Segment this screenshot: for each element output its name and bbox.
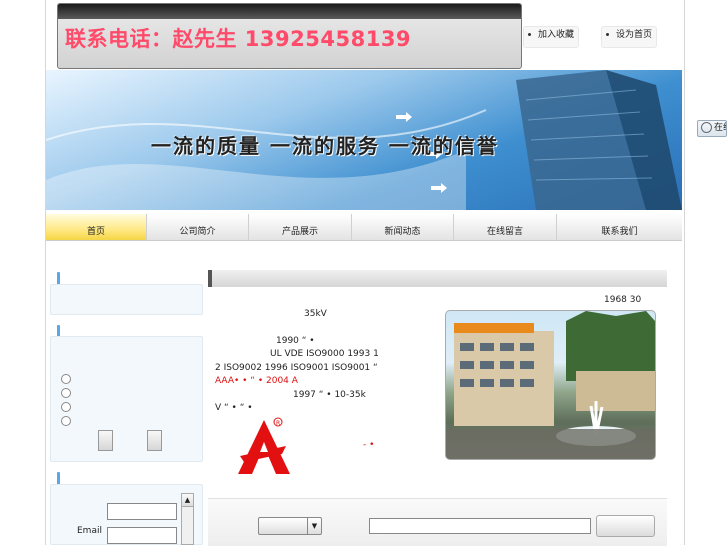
nav-item-news[interactable]: 新闻动态 — [352, 214, 454, 240]
set-homepage-link[interactable]: 设为首页 — [601, 26, 658, 48]
nav-item-about[interactable]: 公司简介 — [147, 214, 249, 240]
factory-photo-graphic — [446, 311, 655, 459]
nav-item-guestbook[interactable]: 在线留言 — [454, 214, 557, 240]
poll-option-radio-2[interactable] — [61, 388, 71, 398]
hero-banner: 一流的质量 一流的服务 一流的信誉 — [46, 70, 682, 210]
floating-guestbook-label: 在线留言 — [714, 123, 726, 133]
nav-item-home[interactable]: 首页 — [46, 214, 147, 240]
content-text-line: 1997 “ • 10-35k — [293, 390, 366, 400]
sidebar-poll-panel — [50, 336, 203, 462]
chevron-down-icon: ▼ — [307, 518, 321, 534]
scrollbar[interactable]: ▲ — [181, 493, 194, 545]
poll-option-radio-3[interactable] — [61, 402, 71, 412]
nav-item-products[interactable]: 产品展示 — [249, 214, 352, 240]
header-dark-strip — [58, 4, 521, 19]
set-homepage-label: 设为首页 — [616, 30, 653, 40]
content-text-line: UL VDE ISO9000 1993 1 — [270, 349, 379, 359]
content-text-line: 35kV — [304, 309, 327, 319]
svg-text:R: R — [276, 420, 280, 427]
search-category-select[interactable]: ▼ — [258, 517, 322, 535]
content-text-line: 1968 30 — [604, 295, 642, 305]
main-nav: 首页 公司简介 产品展示 新闻动态 在线留言 联系我们 — [46, 214, 682, 241]
nav-item-contact[interactable]: 联系我们 — [557, 214, 682, 240]
company-logo: R — [238, 417, 290, 474]
floating-guestbook-tab[interactable]: 在线留言 — [697, 120, 727, 137]
title-accent — [208, 270, 212, 287]
email-field[interactable] — [107, 527, 177, 544]
company-contact-title: 联系电话：赵先生 13925458139 — [65, 27, 412, 51]
search-button[interactable] — [596, 515, 655, 537]
content-text-line: 2 ISO9002 1996 ISO9001 ISO9001 “ — [215, 363, 378, 373]
content-text-line: V “ • “ • — [215, 403, 253, 413]
bullet-icon — [606, 33, 609, 36]
poll-option-radio-1[interactable] — [61, 374, 71, 384]
banner-slogan: 一流的质量 一流的服务 一流的信誉 — [151, 134, 499, 158]
poll-option-radio-4[interactable] — [61, 416, 71, 426]
username-field[interactable] — [107, 503, 177, 520]
sidebar-panel-top — [50, 284, 203, 315]
poll-vote-button[interactable] — [98, 430, 113, 451]
content-text-line: 1990 “ • — [276, 336, 315, 346]
bullet-icon — [528, 33, 531, 36]
content-text-line: - • — [363, 440, 375, 450]
email-label: Email — [77, 526, 102, 536]
search-input[interactable] — [369, 518, 591, 534]
factory-photo — [445, 310, 656, 460]
header-bar: 联系电话：赵先生 13925458139 — [57, 3, 522, 69]
add-favorite-label: 加入收藏 — [538, 30, 575, 40]
poll-view-button[interactable] — [147, 430, 162, 451]
add-favorite-link[interactable]: 加入收藏 — [523, 26, 580, 48]
content-title-bar — [208, 270, 667, 287]
scroll-up-arrow-icon[interactable]: ▲ — [182, 494, 193, 507]
message-icon — [701, 122, 712, 133]
content-text-line: AAA• • “ • 2004 A — [215, 376, 298, 386]
